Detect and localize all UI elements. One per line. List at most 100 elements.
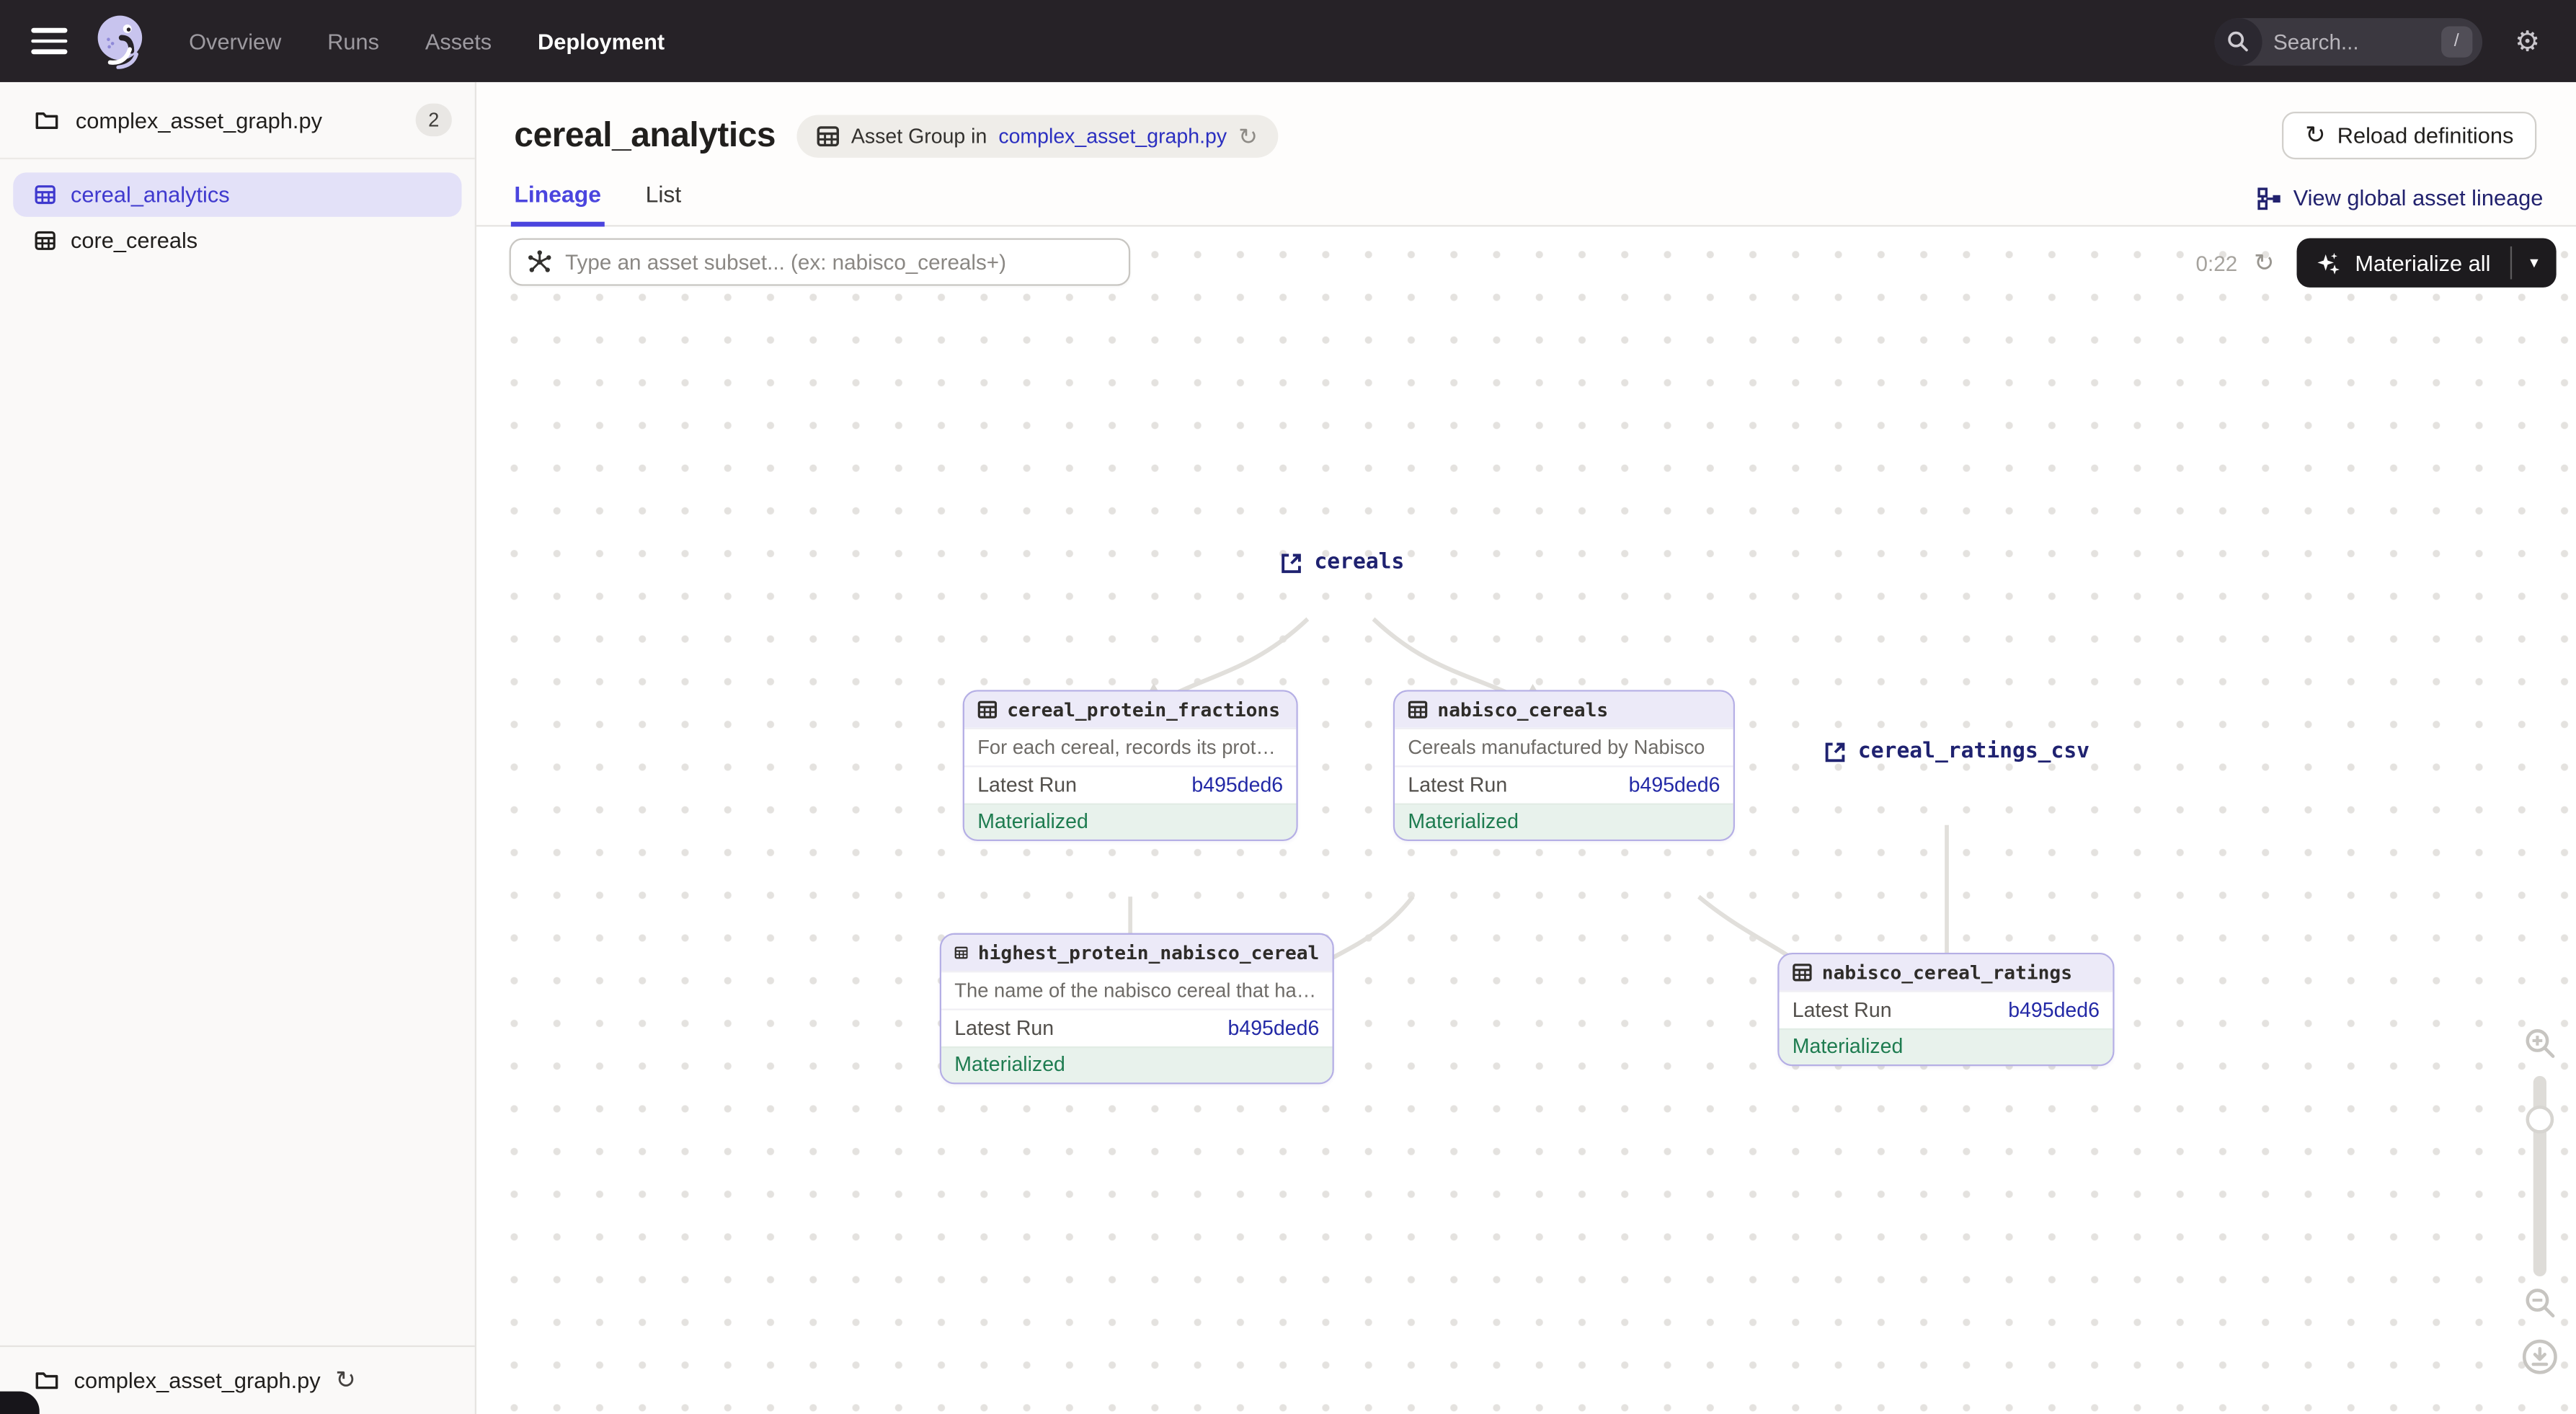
asset-group-tag-text: Asset Group in — [851, 124, 987, 147]
zoom-controls — [2513, 1027, 2566, 1375]
app-root: Overview Runs Assets Deployment Search..… — [0, 0, 2576, 1414]
asset-status-badge: Materialized — [1780, 1028, 2113, 1064]
nav-item-overview[interactable]: Overview — [189, 29, 281, 53]
table-icon — [1793, 963, 1812, 982]
main-panel: cereal_analytics Asset Group in complex_… — [476, 82, 2576, 1414]
materialize-all-split-button: Materialize all ▾ — [2298, 239, 2557, 288]
table-icon — [954, 943, 968, 962]
reload-location-icon[interactable]: ↻ — [335, 1369, 356, 1393]
asset-group-count-badge: 2 — [416, 104, 452, 137]
table-icon — [977, 700, 997, 719]
asset-status-badge: Materialized — [941, 1046, 1332, 1082]
folder-icon — [35, 1370, 59, 1392]
zoom-slider[interactable] — [2533, 1076, 2546, 1276]
search-shortcut-key: / — [2441, 25, 2472, 56]
asset-node-header: nabisco_cereal_ratings — [1780, 954, 2113, 990]
tab-list[interactable]: List — [646, 181, 682, 226]
refresh-countdown: 0:22 — [2196, 251, 2238, 275]
view-tabs: Lineage List View global asset lineage — [476, 176, 2576, 227]
asset-node-highest-protein-nabisco-cereal[interactable]: highest_protein_nabisco_cereal The name … — [940, 933, 1334, 1085]
materialize-options-dropdown[interactable]: ▾ — [2512, 239, 2557, 288]
latest-run-id-link[interactable]: b495ded6 — [2008, 999, 2100, 1022]
zoom-slider-handle[interactable] — [2526, 1106, 2554, 1134]
lineage-canvas[interactable]: 0:22 ↻ Materialize all ▾ — [476, 227, 2576, 1414]
folder-icon — [35, 110, 59, 131]
asset-name: cereal_protein_fractions — [1007, 698, 1280, 721]
asset-latest-run-row: Latest Run b495ded6 — [941, 1009, 1332, 1046]
asset-node-header: cereal_protein_fractions — [964, 692, 1296, 728]
materialize-all-button[interactable]: Materialize all — [2298, 239, 2510, 288]
latest-run-label: Latest Run — [1793, 999, 1892, 1022]
asset-description: For each cereal, records its protein ... — [964, 728, 1296, 765]
asset-group-icon — [817, 124, 840, 147]
latest-run-id-link[interactable]: b495ded6 — [1228, 1017, 1320, 1040]
footer-code-location-name: complex_asset_graph.py — [74, 1369, 321, 1393]
asset-description: The name of the nabisco cereal that has … — [941, 971, 1332, 1008]
latest-run-label: Latest Run — [977, 774, 1077, 797]
sidebar-code-location-header[interactable]: complex_asset_graph.py 2 — [0, 82, 475, 159]
settings-gear-icon[interactable]: ⚙ — [2515, 27, 2540, 55]
source-node-cereals[interactable]: cereals — [1280, 551, 1405, 575]
latest-run-label: Latest Run — [1408, 774, 1507, 797]
open-in-new-icon — [1824, 740, 1847, 763]
lineage-graph-icon — [2257, 187, 2282, 210]
nav-item-runs[interactable]: Runs — [327, 29, 379, 53]
asset-group-icon — [35, 184, 56, 205]
search-icon — [2214, 17, 2262, 65]
zoom-out-icon[interactable] — [2523, 1286, 2557, 1320]
asset-node-nabisco-cereals[interactable]: nabisco_cereals Cereals manufactured by … — [1393, 690, 1735, 841]
asset-group-tag: Asset Group in complex_asset_graph.py ↻ — [797, 114, 1277, 156]
dagster-logo-icon[interactable] — [94, 13, 149, 68]
op-selector-icon — [528, 249, 552, 274]
asset-description: Cereals manufactured by Nabisco — [1395, 728, 1733, 765]
primary-nav: Overview Runs Assets Deployment — [189, 29, 665, 53]
hamburger-menu-icon[interactable] — [31, 28, 67, 54]
zoom-in-icon[interactable] — [2523, 1027, 2557, 1060]
asset-latest-run-row: Latest Run b495ded6 — [1780, 990, 2113, 1028]
source-node-label: cereals — [1314, 551, 1404, 575]
asset-node-header: nabisco_cereals — [1395, 692, 1733, 728]
asset-subset-input[interactable] — [565, 249, 1112, 274]
asset-name: nabisco_cereal_ratings — [1822, 961, 2072, 984]
latest-run-id-link[interactable]: b495ded6 — [1629, 774, 1720, 797]
tab-lineage[interactable]: Lineage — [514, 181, 601, 226]
reload-icon: ↻ — [2305, 123, 2326, 148]
view-global-asset-lineage-label: View global asset lineage — [2293, 186, 2544, 210]
asset-name: highest_protein_nabisco_cereal — [978, 941, 1319, 964]
materialize-all-label: Materialize all — [2355, 251, 2490, 275]
top-navbar: Overview Runs Assets Deployment Search..… — [0, 0, 2576, 82]
reload-tag-icon[interactable]: ↻ — [1238, 124, 1258, 147]
sidebar-group-list: cereal_analytics core_cereals — [0, 159, 475, 263]
sidebar: complex_asset_graph.py 2 cereal_analytic… — [0, 82, 476, 1414]
sidebar-item-label: cereal_analytics — [71, 182, 230, 207]
table-icon — [1408, 700, 1427, 719]
asset-subset-filter[interactable] — [510, 239, 1131, 286]
asset-node-cereal-protein-fractions[interactable]: cereal_protein_fractions For each cereal… — [963, 690, 1298, 841]
page-title: cereal_analytics — [514, 116, 776, 156]
code-location-name: complex_asset_graph.py — [76, 107, 416, 132]
asset-latest-run-row: Latest Run b495ded6 — [1395, 765, 1733, 803]
source-node-label: cereal_ratings_csv — [1858, 739, 2089, 764]
nav-item-assets[interactable]: Assets — [425, 29, 492, 53]
nav-item-deployment[interactable]: Deployment — [538, 29, 665, 53]
refresh-graph-icon[interactable]: ↻ — [2254, 248, 2275, 277]
open-in-new-icon — [1280, 551, 1303, 574]
asset-group-icon — [35, 230, 56, 252]
search-placeholder: Search... — [2273, 29, 2440, 53]
asset-node-nabisco-cereal-ratings[interactable]: nabisco_cereal_ratings Latest Run b495de… — [1777, 953, 2114, 1066]
view-global-asset-lineage-link[interactable]: View global asset lineage — [2257, 186, 2544, 226]
download-image-icon[interactable] — [2522, 1339, 2558, 1375]
sidebar-item-label: core_cereals — [71, 228, 197, 253]
asset-latest-run-row: Latest Run b495ded6 — [964, 765, 1296, 803]
asset-status-badge: Materialized — [964, 804, 1296, 840]
reload-definitions-button[interactable]: ↻ Reload definitions — [2282, 112, 2536, 159]
asset-status-badge: Materialized — [1395, 804, 1733, 840]
sidebar-item-core-cereals[interactable]: core_cereals — [13, 218, 461, 263]
asset-name: nabisco_cereals — [1437, 698, 1608, 721]
asset-group-tag-link[interactable]: complex_asset_graph.py — [998, 124, 1227, 147]
sidebar-item-cereal-analytics[interactable]: cereal_analytics — [13, 172, 461, 217]
source-node-cereal-ratings-csv[interactable]: cereal_ratings_csv — [1824, 739, 2089, 764]
latest-run-id-link[interactable]: b495ded6 — [1191, 774, 1283, 797]
search-input[interactable]: Search... / — [2214, 17, 2482, 65]
sidebar-footer: complex_asset_graph.py ↻ — [0, 1346, 475, 1414]
